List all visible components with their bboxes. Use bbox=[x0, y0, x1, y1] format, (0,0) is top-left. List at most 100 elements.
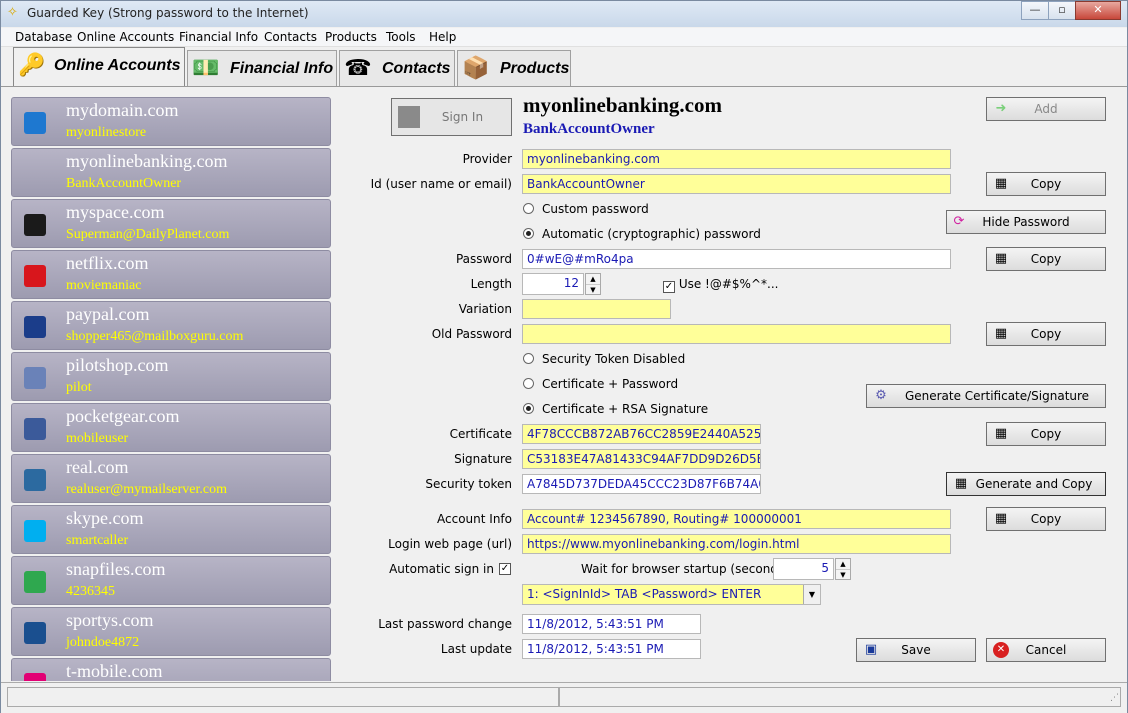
chevron-down-icon[interactable]: ▼ bbox=[803, 585, 820, 604]
status-pane-right bbox=[559, 687, 1121, 707]
tab-label: Financial Info bbox=[230, 60, 334, 77]
account-list-item[interactable]: sportys.com johndoe4872 bbox=[11, 607, 331, 656]
account-user: shopper465@mailboxguru.com bbox=[66, 329, 244, 344]
account-list-item[interactable]: pocketgear.com mobileuser bbox=[11, 403, 331, 452]
id-label: Id (user name or email) bbox=[370, 177, 512, 191]
account-name: myspace.com bbox=[66, 202, 165, 222]
myspace-icon bbox=[24, 214, 46, 236]
account-list-item[interactable]: mydomain.com myonlinestore bbox=[11, 97, 331, 146]
account-list-item[interactable]: snapfiles.com 4236345 bbox=[11, 556, 331, 605]
radio-label: Certificate + Password bbox=[542, 377, 679, 391]
tab-contacts[interactable]: ☎ Contacts bbox=[339, 50, 455, 86]
id-field[interactable]: BankAccountOwner bbox=[522, 174, 951, 194]
sign-in-icon bbox=[398, 106, 420, 128]
spin-up-icon[interactable]: ▲ bbox=[586, 274, 600, 285]
last-password-change-label: Last password change bbox=[378, 617, 512, 631]
copy-id-button[interactable]: ▦ Copy bbox=[986, 172, 1106, 196]
signature-field[interactable]: C53183E47A81433C94AF7DD9D26D5ECE8C5 bbox=[522, 449, 761, 469]
account-list-item[interactable]: real.com realuser@mymailserver.com bbox=[11, 454, 331, 503]
tab-products[interactable]: 📦 Products bbox=[457, 50, 571, 86]
menu-financial-info[interactable]: Financial Info bbox=[179, 30, 258, 44]
generate-certificate-button[interactable]: ⚙ Generate Certificate/Signature bbox=[866, 384, 1106, 408]
old-password-label: Old Password bbox=[431, 327, 512, 341]
login-url-field[interactable]: https://www.myonlinebanking.com/login.ht… bbox=[522, 534, 951, 554]
menu-help[interactable]: Help bbox=[429, 30, 456, 44]
copy-label: Copy bbox=[1030, 512, 1062, 526]
account-list-item[interactable]: myspace.com Superman@DailyPlanet.com bbox=[11, 199, 331, 248]
wait-seconds-field[interactable]: 5 bbox=[773, 558, 834, 580]
gear-icon: ⚙ bbox=[875, 388, 887, 403]
wait-spinner[interactable]: ▲ ▼ bbox=[835, 558, 851, 580]
add-button[interactable]: ➜ Add bbox=[986, 97, 1106, 121]
spin-down-icon[interactable]: ▼ bbox=[836, 570, 850, 580]
cert-rsa-radio[interactable]: Certificate + RSA Signature bbox=[523, 402, 708, 416]
copy-icon: ▦ bbox=[994, 426, 1008, 441]
account-name: sportys.com bbox=[66, 610, 154, 630]
tab-bar: 🔑 Online Accounts 💵 Financial Info ☎ Con… bbox=[1, 47, 1127, 87]
account-list-item[interactable]: netflix.com moviemaniac bbox=[11, 250, 331, 299]
account-list-item[interactable]: myonlinebanking.com BankAccountOwner bbox=[11, 148, 331, 197]
auto-password-radio[interactable]: Automatic (cryptographic) password bbox=[523, 227, 761, 241]
radio-label: Custom password bbox=[542, 202, 649, 216]
cancel-icon: ✕ bbox=[993, 642, 1009, 658]
account-list-item[interactable]: pilotshop.com pilot bbox=[11, 352, 331, 401]
custom-password-radio[interactable]: Custom password bbox=[523, 202, 649, 216]
radio-label: Automatic (cryptographic) password bbox=[542, 227, 761, 241]
products-icon: 📦 bbox=[462, 56, 490, 81]
save-button[interactable]: ▣ Save bbox=[856, 638, 976, 662]
menu-contacts[interactable]: Contacts bbox=[264, 30, 317, 44]
hide-password-button[interactable]: ⟳ Hide Password bbox=[946, 210, 1106, 234]
security-token-field[interactable]: A7845D737DEDA45CCC23D87F6B74A0345F9 bbox=[522, 474, 761, 494]
use-special-checkbox[interactable]: ✓ Use !@#$%^*... bbox=[663, 277, 778, 293]
key-icon: 🔑 bbox=[18, 53, 46, 78]
menu-tools[interactable]: Tools bbox=[386, 30, 416, 44]
account-list-item[interactable]: t-mobile.com bbox=[11, 658, 331, 681]
copy-certificate-button[interactable]: ▦ Copy bbox=[986, 422, 1106, 446]
sign-in-button[interactable]: Sign In bbox=[391, 98, 512, 136]
account-title: myonlinebanking.com bbox=[523, 93, 722, 117]
account-list[interactable]: mydomain.com myonlinestore myonlinebanking… bbox=[11, 97, 333, 681]
account-user: realuser@mymailserver.com bbox=[66, 482, 227, 497]
copy-old-password-button[interactable]: ▦ Copy bbox=[986, 322, 1106, 346]
certificate-field[interactable]: 4F78CCCB872AB76CC2859E2440A5257C6CD bbox=[522, 424, 761, 444]
tab-online-accounts[interactable]: 🔑 Online Accounts bbox=[13, 47, 185, 87]
spin-down-icon[interactable]: ▼ bbox=[586, 285, 600, 295]
resize-grip-icon[interactable]: ⋰ bbox=[1110, 693, 1119, 703]
account-name: pilotshop.com bbox=[66, 355, 169, 375]
sportys-icon bbox=[24, 622, 46, 644]
account-info-label: Account Info bbox=[437, 512, 512, 526]
menu-database[interactable]: Database bbox=[15, 30, 72, 44]
provider-field[interactable]: myonlinebanking.com bbox=[522, 149, 951, 169]
sign-sequence-select[interactable]: 1: <SignInId> TAB <Password> ENTER ▼ bbox=[522, 584, 821, 605]
status-pane-left bbox=[7, 687, 559, 707]
account-info-field[interactable]: Account# 1234567890, Routing# 100000001 bbox=[522, 509, 951, 529]
token-disabled-radio[interactable]: Security Token Disabled bbox=[523, 352, 685, 366]
copy-password-button[interactable]: ▦ Copy bbox=[986, 247, 1106, 271]
menu-products[interactable]: Products bbox=[325, 30, 377, 44]
old-password-field[interactable] bbox=[522, 324, 951, 344]
account-list-item[interactable]: paypal.com shopper465@mailboxguru.com bbox=[11, 301, 331, 350]
generate-and-copy-button[interactable]: ▦ Generate and Copy bbox=[946, 472, 1106, 496]
save-label: Save bbox=[901, 643, 931, 657]
password-label: Password bbox=[455, 252, 512, 266]
copy-account-info-button[interactable]: ▦ Copy bbox=[986, 507, 1106, 531]
length-spinner[interactable]: ▲ ▼ bbox=[585, 273, 601, 295]
cert-password-radio[interactable]: Certificate + Password bbox=[523, 377, 678, 391]
account-name: skype.com bbox=[66, 508, 144, 528]
maximize-button[interactable]: ▫ bbox=[1048, 1, 1076, 20]
cancel-button[interactable]: ✕ Cancel bbox=[986, 638, 1106, 662]
spin-up-icon[interactable]: ▲ bbox=[836, 559, 850, 570]
close-button[interactable]: ✕ bbox=[1075, 1, 1121, 20]
menu-online-accounts[interactable]: Online Accounts bbox=[77, 30, 174, 44]
password-field[interactable]: 0#wE@#mRo4pa bbox=[522, 249, 951, 269]
pocketgear-icon bbox=[24, 418, 46, 440]
real-icon bbox=[24, 469, 46, 491]
variation-field[interactable] bbox=[522, 299, 671, 319]
snapfiles-icon bbox=[24, 571, 46, 593]
generate-and-copy-label: Generate and Copy bbox=[975, 477, 1093, 491]
account-list-item[interactable]: skype.com smartcaller bbox=[11, 505, 331, 554]
length-field[interactable]: 12 bbox=[522, 273, 584, 295]
minimize-button[interactable]: — bbox=[1021, 1, 1049, 20]
tab-financial-info[interactable]: 💵 Financial Info bbox=[187, 50, 337, 86]
auto-sign-in-checkbox[interactable]: ✓ bbox=[499, 563, 511, 575]
